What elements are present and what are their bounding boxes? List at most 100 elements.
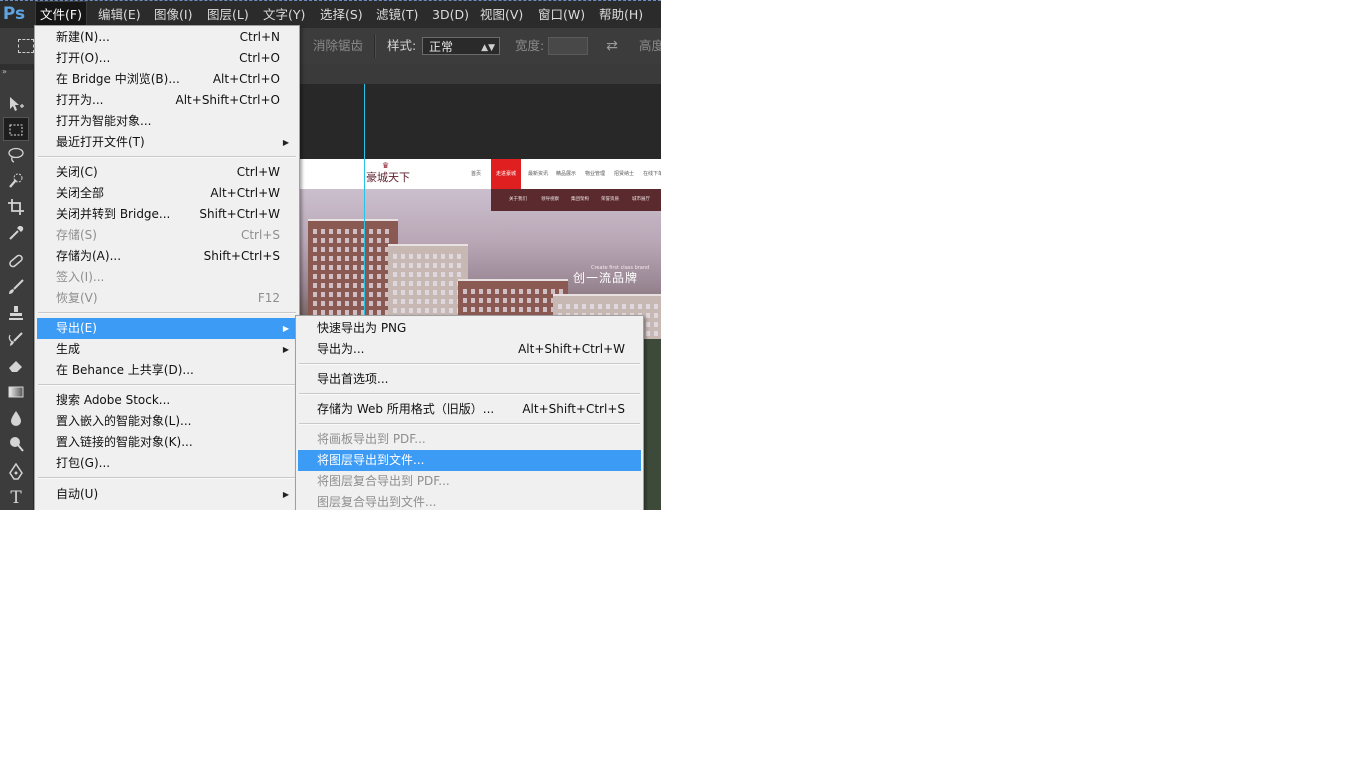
building-window (417, 299, 421, 304)
menu-item-open-recent[interactable]: 最近打开文件(T) ▶ (37, 132, 297, 153)
menu-window[interactable]: 窗口(W) (534, 1, 589, 28)
type-tool-icon[interactable]: T (3, 486, 29, 510)
menu-layer[interactable]: 图层(L) (203, 1, 253, 28)
building-window (353, 256, 357, 261)
swap-icon[interactable]: ⇄ (604, 37, 620, 55)
menu-item-search-adobe-stock[interactable]: 搜索 Adobe Stock... (37, 390, 297, 411)
building-window (377, 247, 381, 252)
rectangular-marquee-icon[interactable] (18, 39, 34, 53)
building-window (535, 298, 539, 303)
menu-item-export-as[interactable]: 导出为... Alt+Shift+Ctrl+W (298, 339, 641, 360)
menu-item-package[interactable]: 打包(G)... (37, 453, 297, 474)
building-window (409, 263, 413, 268)
menu-select[interactable]: 选择(S) (316, 1, 367, 28)
menu-item-browse-in-bridge[interactable]: 在 Bridge 中浏览(B)... Alt+Ctrl+O (37, 69, 297, 90)
file-menu: 新建(N)... Ctrl+N 打开(O)... Ctrl+O 在 Bridge 中… (34, 25, 300, 510)
building-window (393, 281, 397, 286)
menu-item-label: 在 Behance 上共享(D)... (56, 363, 194, 377)
menu-edit[interactable]: 编辑(E) (94, 1, 145, 28)
menu-item-revert[interactable]: 恢复(V) F12 (37, 288, 297, 309)
menu-item-export-preferences[interactable]: 导出首选项... (298, 369, 641, 390)
menu-item-close-all[interactable]: 关闭全部 Alt+Ctrl+W (37, 183, 297, 204)
lasso-tool-icon[interactable] (3, 143, 29, 167)
menu-type[interactable]: 文字(Y) (259, 1, 309, 28)
menu-bar: Ps 文件(F) 编辑(E) 图像(I) 图层(L) 文字(Y) 选择(S) 滤… (0, 0, 661, 28)
building-window (377, 265, 381, 270)
menu-item-close-and-go-to-bridge[interactable]: 关闭并转到 Bridge... Shift+Ctrl+W (37, 204, 297, 225)
site-subnav-item: 荣誉资质 (601, 197, 619, 202)
menu-item-quick-export-png[interactable]: 快速导出为 PNG (298, 318, 641, 339)
panel-grip[interactable]: » (0, 64, 33, 76)
building-window (345, 238, 349, 243)
menu-item-layers-to-files[interactable]: 将图层导出到文件... (298, 450, 641, 471)
menu-item-save-for-web[interactable]: 存储为 Web 所用格式（旧版）... Alt+Shift+Ctrl+S (298, 399, 641, 420)
gradient-tool-icon[interactable] (3, 380, 29, 404)
clone-stamp-tool-icon[interactable] (3, 301, 29, 325)
slogan: 创一流品牌 (573, 271, 639, 285)
antialias-checkbox-label[interactable]: 消除锯齿 (313, 28, 363, 64)
menu-3d[interactable]: 3D(D) (428, 1, 473, 28)
building-window (345, 229, 349, 234)
photoshop-logo: Ps (2, 4, 26, 24)
marquee-tool-icon[interactable] (3, 117, 29, 141)
history-brush-tool-icon[interactable] (3, 327, 29, 351)
building-window (345, 301, 349, 306)
menu-item-layer-comps-to-files[interactable]: 图层复合导出到文件... (298, 492, 641, 510)
dodge-tool-icon[interactable] (3, 432, 29, 456)
building-window (369, 274, 373, 279)
menu-help[interactable]: 帮助(H) (595, 1, 647, 28)
menu-item-check-in[interactable]: 签入(I)... (37, 267, 297, 288)
building-window (535, 307, 539, 312)
menu-view[interactable]: 视图(V) (476, 1, 527, 28)
blur-tool-icon[interactable] (3, 406, 29, 430)
menu-item-open-as[interactable]: 打开为... Alt+Shift+Ctrl+O (37, 90, 297, 111)
quick-selection-tool-icon[interactable] (3, 169, 29, 193)
building-window (417, 290, 421, 295)
menu-separator (299, 363, 640, 365)
menu-item-save-as[interactable]: 存储为(A)... Shift+Ctrl+S (37, 246, 297, 267)
menu-item-label: 生成 (56, 342, 81, 356)
building-window (353, 238, 357, 243)
building-window (495, 298, 499, 303)
building-window (401, 299, 405, 304)
menu-item-place-linked[interactable]: 置入链接的智能对象(K)... (37, 432, 297, 453)
menu-item-artboards-to-pdf[interactable]: 将画板导出到 PDF... (298, 429, 641, 450)
menu-item-open[interactable]: 打开(O)... Ctrl+O (37, 48, 297, 69)
eyedropper-tool-icon[interactable] (3, 221, 29, 245)
brush-tool-icon[interactable] (3, 275, 29, 299)
building-window (409, 299, 413, 304)
pen-tool-icon[interactable] (3, 460, 29, 484)
building-window (345, 256, 349, 261)
building-window (337, 301, 341, 306)
crop-tool-icon[interactable] (3, 195, 29, 219)
building-window (425, 272, 429, 277)
menu-item-close[interactable]: 关闭(C) Ctrl+W (37, 162, 297, 183)
menu-item-place-embedded[interactable]: 置入嵌入的智能对象(L)... (37, 411, 297, 432)
building-window (337, 256, 341, 261)
menu-file[interactable]: 文件(F) (35, 1, 87, 28)
building-window (425, 299, 429, 304)
building-window (630, 304, 634, 309)
menu-item-label: 自动(U) (56, 487, 99, 501)
menu-filter[interactable]: 滤镜(T) (372, 1, 422, 28)
eraser-tool-icon[interactable] (3, 353, 29, 377)
style-select[interactable]: 正常 ▲▼ (422, 37, 500, 55)
building-window (433, 254, 437, 259)
menu-item-new[interactable]: 新建(N)... Ctrl+N (37, 27, 297, 48)
healing-brush-tool-icon[interactable] (3, 249, 29, 273)
menu-item-open-as-smart-object[interactable]: 打开为智能对象... (37, 111, 297, 132)
menu-item-layer-comps-to-pdf[interactable]: 将图层复合导出到 PDF... (298, 471, 641, 492)
menu-item-export[interactable]: 导出(E) ▶ (37, 318, 297, 339)
width-input[interactable] (548, 37, 588, 55)
building-window (503, 307, 507, 312)
collapse-icon[interactable]: » (2, 67, 7, 76)
move-tool-icon[interactable] (3, 92, 29, 116)
menu-item-generate[interactable]: 生成 ▶ (37, 339, 297, 360)
menu-item-label: 打包(G)... (56, 456, 111, 470)
menu-separator (299, 423, 640, 425)
menu-item-save[interactable]: 存储(S) Ctrl+S (37, 225, 297, 246)
site-subnav-item: 领导视察 (541, 197, 559, 202)
menu-image[interactable]: 图像(I) (150, 1, 196, 28)
menu-item-share-on-behance[interactable]: 在 Behance 上共享(D)... (37, 360, 297, 381)
menu-item-automate[interactable]: 自动(U) ▶ (37, 484, 297, 505)
